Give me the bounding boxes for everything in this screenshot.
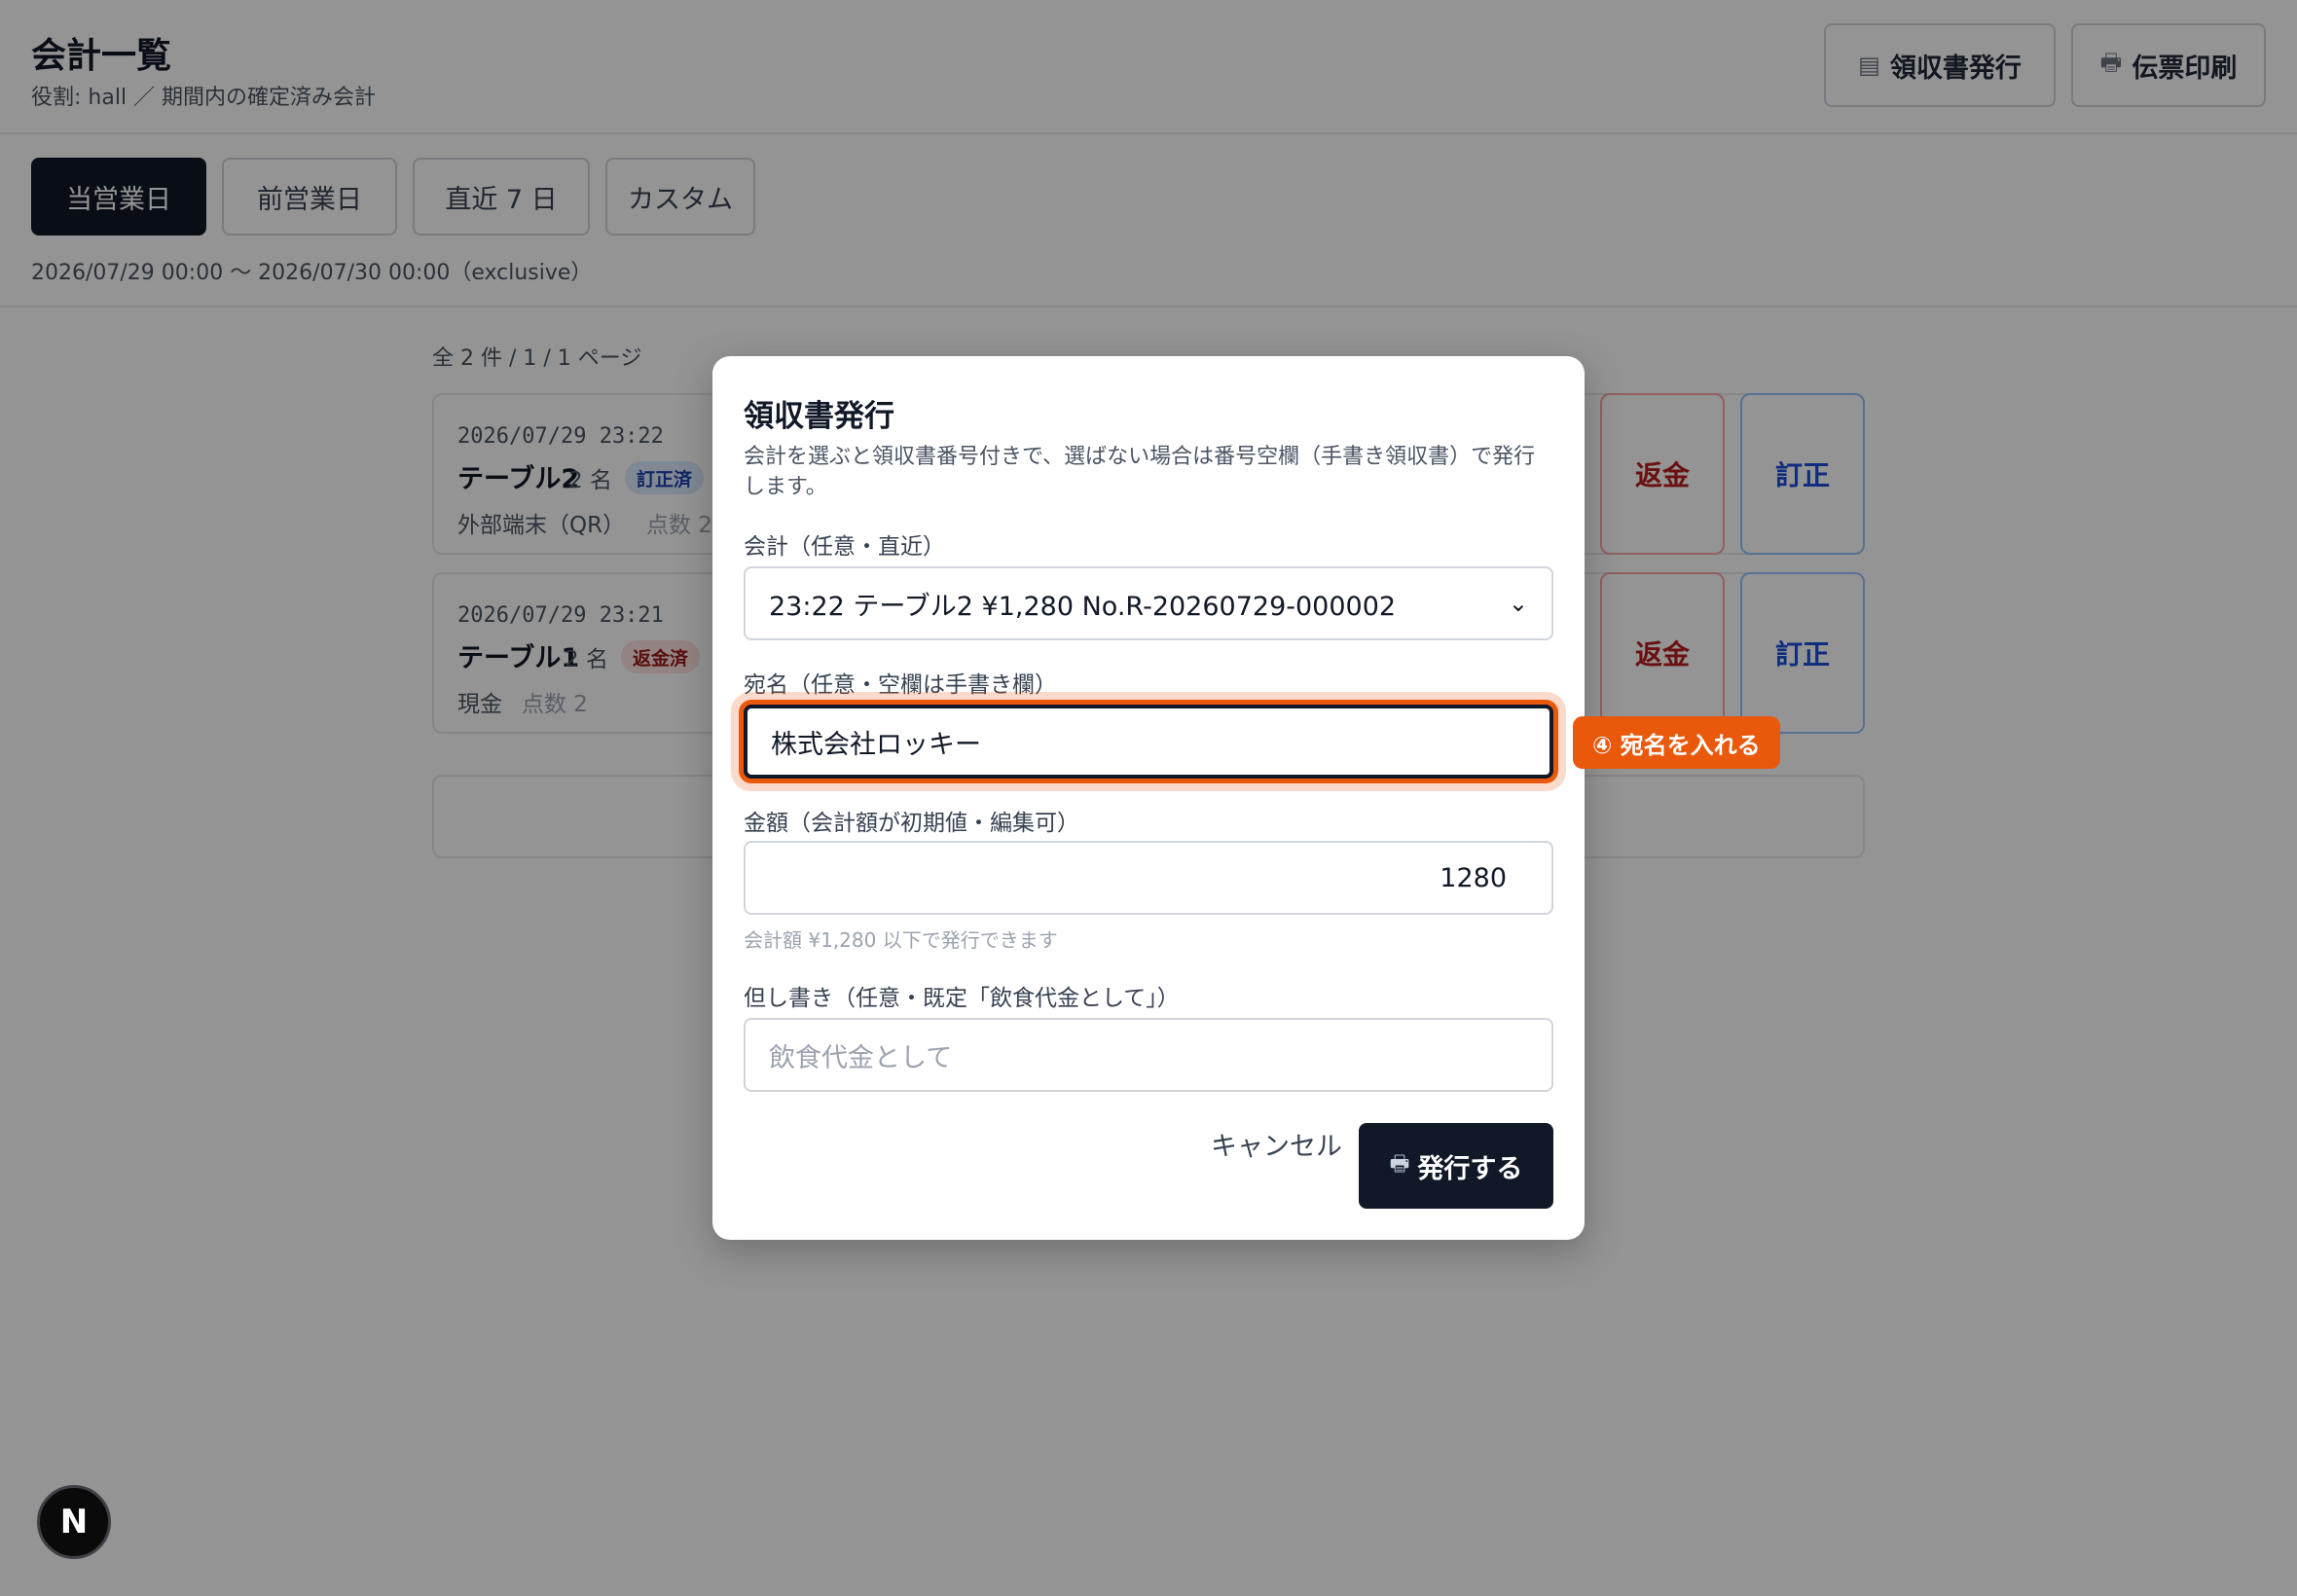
- recipient-input[interactable]: 株式会社ロッキー: [744, 705, 1553, 779]
- issue-button-label: 発行する: [1417, 1153, 1523, 1184]
- account-label: 会計（任意・直近）: [744, 534, 945, 560]
- page: 会計一覧 役割: hall ／ 期間内の確定済み会計 ▤ 領収書発行 🖶 伝票印…: [0, 0, 2297, 1596]
- recipient-label: 宛名（任意・空欄は手書き欄）: [744, 672, 1057, 698]
- account-select[interactable]: 23:22 テーブル2 ¥1,280 No.R-20260729-000002 …: [744, 566, 1553, 640]
- note-input-placeholder: 飲食代金として: [769, 1042, 953, 1073]
- cancel-button[interactable]: キャンセル: [1211, 1125, 1342, 1163]
- amount-hint: 会計額 ¥1,280 以下で発行できます: [744, 928, 1058, 952]
- issue-button[interactable]: 🖶 発行する: [1359, 1123, 1553, 1209]
- receipt-dialog: 領収書発行 会計を選ぶと領収書番号付きで、選ばない場合は番号空欄（手書き領収書）…: [712, 356, 1585, 1240]
- amount-input-value: 1280: [1440, 862, 1507, 893]
- account-select-value: 23:22 テーブル2 ¥1,280 No.R-20260729-000002: [769, 591, 1397, 622]
- dialog-description: 会計を選ぶと領収書番号付きで、選ばない場合は番号空欄（手書き領収書）で発行します…: [744, 445, 1536, 499]
- note-label: 但し書き（任意・既定「飲食代金として」）: [744, 986, 1180, 1011]
- note-input[interactable]: 飲食代金として: [744, 1018, 1553, 1092]
- amount-label: 金額（会計額が初期値・編集可）: [744, 811, 1079, 836]
- dev-tools-button[interactable]: N: [37, 1485, 111, 1559]
- dialog-title: 領収書発行: [744, 399, 894, 434]
- recipient-input-value: 株式会社ロッキー: [771, 729, 981, 760]
- chevron-down-icon: ⌄: [1508, 590, 1528, 617]
- step-callout: ④ 宛名を入れる: [1573, 716, 1780, 769]
- amount-input[interactable]: 1280: [744, 841, 1553, 915]
- printer-icon: 🖶: [1389, 1152, 1410, 1177]
